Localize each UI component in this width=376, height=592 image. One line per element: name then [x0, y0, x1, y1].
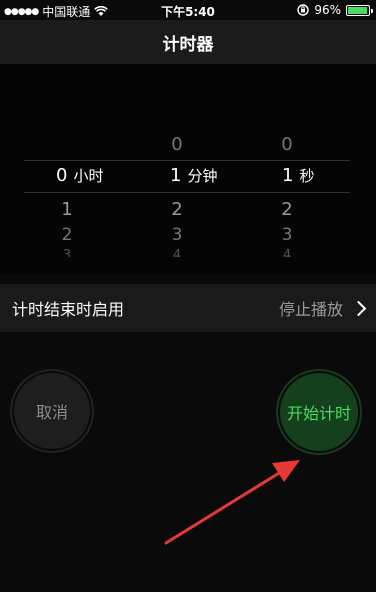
battery-icon — [346, 4, 373, 16]
rotation-lock-icon — [297, 4, 310, 16]
hours-option: 1 — [61, 199, 73, 220]
battery-fill — [348, 6, 367, 14]
minutes-option: 4 — [172, 248, 182, 257]
nav-bar: 计时器 — [0, 20, 376, 64]
hours-unit: 小时 — [73, 167, 104, 185]
seconds-column[interactable]: 0 1秒 2 3 4 — [258, 64, 368, 274]
page-title: 计时器 — [162, 34, 214, 55]
chevron-right-icon — [350, 300, 367, 316]
seconds-selected: 1秒 — [282, 165, 314, 186]
seconds-value: 1 — [282, 165, 294, 186]
time-picker[interactable]: 0 小时 1 2 3 0 1 分钟 2 3 4 0 1秒 2 3 4 — [0, 64, 376, 274]
start-timer-button[interactable]: 开始计时 — [280, 373, 358, 451]
minutes-unit: 分钟 — [187, 167, 218, 185]
hours-option: 2 — [61, 225, 73, 245]
minutes-option: 2 — [171, 199, 183, 220]
minutes-option: 3 — [171, 225, 183, 245]
hours-option: 3 — [62, 248, 72, 257]
on-timer-end-row[interactable]: 计时结束时启用 停止播放 — [0, 284, 376, 332]
status-bar: ●●●●● 中国联通 下午5:40 96% — [0, 0, 376, 20]
start-timer-button-label: 开始计时 — [286, 404, 351, 423]
minutes-option-above: 0 — [171, 134, 183, 155]
hours-selected: 0 小时 — [56, 165, 103, 186]
battery-percent: 96% — [314, 3, 341, 17]
on-timer-end-value: 停止播放 — [278, 300, 343, 319]
seconds-option: 2 — [281, 199, 293, 220]
cancel-button[interactable]: 取消 — [14, 373, 90, 449]
minutes-value: 1 — [170, 165, 182, 186]
on-timer-end-label: 计时结束时启用 — [12, 300, 125, 319]
minutes-column[interactable]: 0 1 分钟 2 3 4 — [148, 64, 258, 274]
cancel-button-label: 取消 — [35, 403, 68, 422]
seconds-option: 3 — [281, 225, 293, 245]
seconds-option-above: 0 — [281, 134, 293, 155]
hours-column[interactable]: 0 小时 1 2 3 — [38, 64, 148, 274]
hours-value: 0 — [56, 165, 68, 186]
minutes-selected: 1 分钟 — [170, 165, 217, 186]
seconds-unit: 秒 — [299, 167, 315, 185]
seconds-option: 4 — [282, 248, 292, 257]
